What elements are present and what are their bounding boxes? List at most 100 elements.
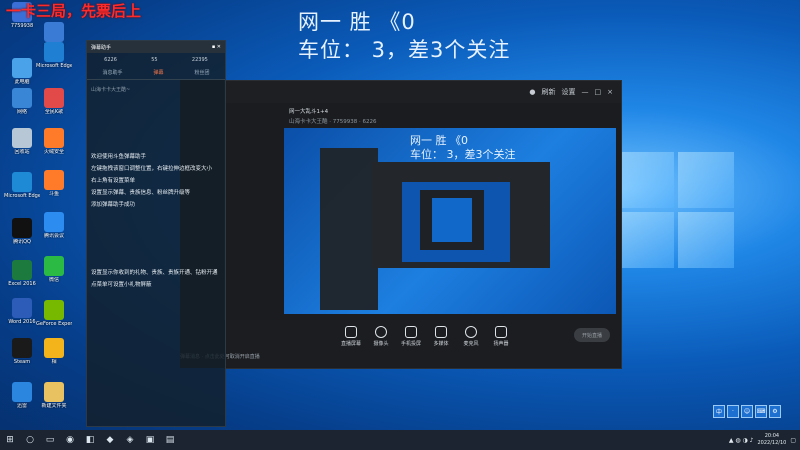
- desktop-icon-label: 迅雷: [16, 403, 27, 409]
- microphone-icon: [465, 326, 477, 338]
- app-icon[interactable]: ◆: [100, 430, 120, 450]
- camera-button[interactable]: 摄像头: [364, 326, 398, 347]
- desktop-icon[interactable]: 相: [36, 338, 72, 365]
- desktop-icon[interactable]: 微信: [36, 256, 72, 283]
- desktop-icon[interactable]: 新建文件夹: [36, 382, 72, 409]
- maximize-button[interactable]: □: [595, 88, 602, 96]
- desktop-icon-label: 7759938: [10, 23, 34, 29]
- ime-settings[interactable]: ⚙: [769, 405, 781, 418]
- app-icon[interactable]: ▣: [140, 430, 160, 450]
- desktop-icon[interactable]: 迅雷: [4, 382, 40, 409]
- screen-icon: [345, 326, 357, 338]
- helper-message: 点菜单可设置小礼物屏蔽: [91, 282, 152, 288]
- preview-overlay-line-2: 车位： 3，差3个关注: [410, 148, 516, 161]
- stat-count: 55: [151, 57, 158, 63]
- room-name: 网一大乱斗1+4: [289, 109, 329, 115]
- desktop-icon[interactable]: GeForce Experience: [36, 300, 72, 327]
- desktop-icon[interactable]: Microsoft Edge: [4, 172, 40, 199]
- speaker-button[interactable]: 扬声器: [484, 326, 518, 347]
- start-icon[interactable]: ⊞: [0, 430, 20, 450]
- task-view-icon[interactable]: ▭: [40, 430, 60, 450]
- title-bar: ● 刷新 设置 — □ ×: [225, 81, 621, 103]
- desktop-icon[interactable]: Excel 2016: [4, 260, 40, 287]
- helper-header: 弹幕助手 ▪ ✕: [87, 41, 225, 53]
- media-button[interactable]: 多媒体: [424, 326, 458, 347]
- app-icon: [12, 58, 32, 78]
- danmu-helper-panel[interactable]: 弹幕助手 ▪ ✕ 6226 55 22395 消息助手 弹幕 粉丝团 山海卡卡大…: [86, 40, 226, 427]
- desktop-icon[interactable]: 网络: [4, 88, 40, 115]
- ime-keyboard[interactable]: ⌨: [755, 405, 767, 418]
- app-icon: [44, 382, 64, 402]
- overlay-line-2: 车位： 3，差3个关注: [298, 38, 511, 62]
- app-icon: [12, 382, 32, 402]
- app-icon: [12, 128, 32, 148]
- desktop-icon[interactable]: 腾讯QQ: [4, 218, 40, 245]
- app-icon: [12, 298, 32, 318]
- app-icon: [44, 338, 64, 358]
- ime-toolbar[interactable]: 中 · ☺ ⌨ ⚙: [713, 405, 781, 418]
- helper-close-icon[interactable]: ▪ ✕: [212, 44, 221, 50]
- desktop-icon-label: GeForce Experience: [36, 321, 72, 327]
- ime-lang[interactable]: 中: [713, 405, 725, 418]
- app-icon: [44, 42, 64, 62]
- notification-icon[interactable]: ▢: [790, 437, 796, 444]
- desktop-icon-label: Microsoft Edge: [36, 63, 72, 69]
- desktop-icon-label: 网络: [16, 109, 27, 115]
- tab-fans[interactable]: 粉丝团: [194, 69, 209, 76]
- screen-capture-button[interactable]: 直播屏幕: [334, 326, 368, 347]
- folder-icon[interactable]: ▤: [160, 430, 180, 450]
- tab-messages[interactable]: 消息助手: [102, 69, 122, 76]
- desktop-icon-label: Excel 2016: [8, 281, 36, 287]
- ime-punct[interactable]: ·: [727, 405, 739, 418]
- desktop-icon-label: 此电脑: [14, 79, 30, 85]
- app-icon[interactable]: ◧: [80, 430, 100, 450]
- desktop-icon[interactable]: 腾讯会议: [36, 212, 72, 239]
- refresh-button[interactable]: 刷新: [542, 87, 556, 97]
- desktop-icon-label: 相: [51, 359, 57, 365]
- search-icon[interactable]: ○: [20, 430, 40, 450]
- app-icon[interactable]: ◉: [60, 430, 80, 450]
- helper-stats: 6226 55 22395: [87, 57, 225, 63]
- start-live-button[interactable]: 开始直播: [574, 328, 610, 342]
- desktop-icon[interactable]: 火绒安全: [36, 128, 72, 155]
- desktop-icon[interactable]: 回收站: [4, 128, 40, 155]
- desktop-icon-label: 全民K歌: [44, 109, 64, 115]
- app-icon: [12, 218, 32, 238]
- helper-input-placeholder[interactable]: 山海卡卡大王酷~: [91, 86, 221, 93]
- room-meta: 山海卡卡大王酷 · 7759938 · 6226: [289, 119, 377, 125]
- desktop-icon[interactable]: Microsoft Edge: [36, 42, 72, 69]
- avatar[interactable]: ●: [529, 88, 535, 96]
- tab-danmu[interactable]: 弹幕: [153, 69, 163, 76]
- desktop-icon-label: 微信: [48, 277, 59, 283]
- desktop-icon[interactable]: Steam: [4, 338, 40, 365]
- camera-icon: [375, 326, 387, 338]
- app-icon: [12, 260, 32, 280]
- desktop-icon[interactable]: 此电脑: [4, 58, 40, 85]
- taskbar: ⊞ ○ ▭ ◉ ◧ ◆ ◈ ▣ ▤ ▲ ◍ ◑ ♪ 20:04 2022/12/1…: [0, 430, 800, 450]
- app-icon[interactable]: ◈: [120, 430, 140, 450]
- phone-cast-button[interactable]: 手机投屏: [394, 326, 428, 347]
- speaker-icon: [495, 326, 507, 338]
- desktop-icon[interactable]: 斗鱼: [36, 170, 72, 197]
- microphone-button[interactable]: 麦克风: [454, 326, 488, 347]
- app-icon: [44, 22, 64, 42]
- desktop-icons: 7759938 此电脑网络回收站 Microsoft Edge 腾讯QQ Excel 2…: [0, 0, 80, 430]
- helper-message: 设置显示你收到的礼物、贵族、贵族开通、钻粉开通: [91, 270, 218, 276]
- close-button[interactable]: ×: [607, 88, 613, 96]
- app-icon: [44, 212, 64, 232]
- helper-message: 添加弹幕助手成功: [91, 202, 136, 208]
- system-tray: ▲ ◍ ◑ ♪ 20:04 2022/12/10 ▢: [729, 430, 796, 450]
- desktop-icon-label: 回收站: [14, 149, 30, 155]
- desktop-icon-label: Microsoft Edge: [4, 193, 40, 199]
- desktop-icon[interactable]: Word 2016: [4, 298, 40, 325]
- play-icon: [435, 326, 447, 338]
- desktop-icon-label: 腾讯QQ: [13, 239, 31, 245]
- app-icon: [44, 256, 64, 276]
- tray-icons[interactable]: ▲ ◍ ◑ ♪: [729, 437, 754, 444]
- desktop-icon[interactable]: 全民K歌: [36, 88, 72, 115]
- settings-button[interactable]: 设置: [562, 87, 576, 97]
- minimize-button[interactable]: —: [582, 88, 589, 96]
- desktop-icon-label: Word 2016: [8, 319, 36, 325]
- clock[interactable]: 20:04 2022/12/10: [758, 433, 787, 447]
- ime-emoji[interactable]: ☺: [741, 405, 753, 418]
